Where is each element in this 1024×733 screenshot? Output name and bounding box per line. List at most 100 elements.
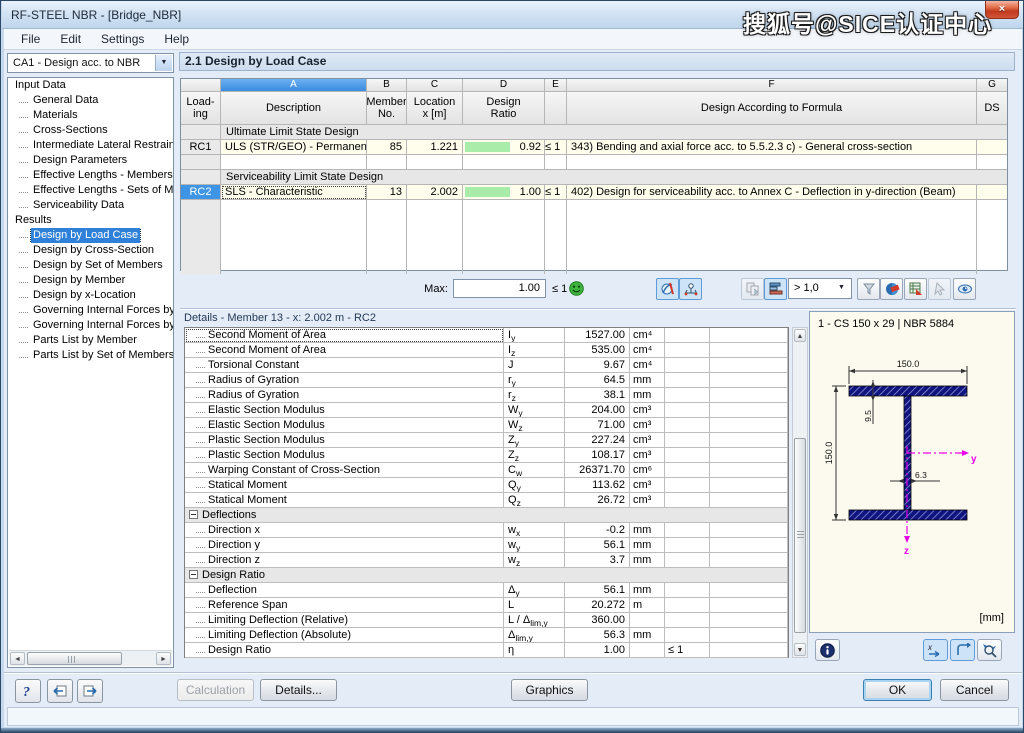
cancel-button[interactable]: Cancel	[940, 679, 1009, 701]
tree-item-effective-lengths-members[interactable]: Effective Lengths - Members	[8, 168, 173, 183]
detail-label-cell[interactable]: Statical Moment	[185, 493, 504, 508]
collapse-icon[interactable]	[189, 570, 198, 579]
tree-item-serviceability-data[interactable]: Serviceability Data	[8, 198, 173, 213]
detail-label-cell[interactable]: Elastic Section Modulus	[185, 418, 504, 433]
detail-label-cell[interactable]: Direction x	[185, 523, 504, 538]
details-row[interactable]: Reference SpanL20.272m	[185, 598, 788, 613]
loading-cell[interactable]: RC1	[181, 140, 221, 155]
pick-row-button[interactable]	[928, 278, 951, 300]
tree-item-design-by-x-location[interactable]: Design by x-Location	[8, 288, 173, 303]
details-row[interactable]: Statical MomentQy113.62cm³	[185, 478, 788, 493]
details-row[interactable]: Radius of Gyrationry64.5mm	[185, 373, 788, 388]
details-row[interactable]: Elastic Section ModulusWy204.00cm³	[185, 403, 788, 418]
scrollbar-thumb[interactable]	[794, 438, 806, 633]
ratio-bars-button[interactable]	[764, 278, 787, 300]
details-row[interactable]: Design Ratioη1.00≤ 1	[185, 643, 788, 658]
section-x-axis-button[interactable]: x	[923, 639, 948, 661]
detail-label-cell[interactable]: Deflection	[185, 583, 504, 598]
tree-item-design-by-set-of-members[interactable]: Design by Set of Members	[8, 258, 173, 273]
scrollbar-thumb[interactable]	[27, 652, 122, 665]
excel-export-button[interactable]	[904, 278, 927, 300]
details-vscrollbar[interactable]: ▲ ▼	[792, 327, 808, 658]
detail-label-cell[interactable]: Direction y	[185, 538, 504, 553]
details-row[interactable]: Warping Constant of Cross-SectionCw26371…	[185, 463, 788, 478]
tree-item-parts-list-by-set-of-members[interactable]: Parts List by Set of Members	[8, 348, 173, 363]
tree-item-governing-internal-forces-by-set-of-members[interactable]: Governing Internal Forces by Set of Memb…	[8, 318, 173, 333]
result-values-button[interactable]	[679, 278, 702, 300]
loading-cell[interactable]: RC2	[181, 185, 221, 200]
ok-button[interactable]: OK	[863, 679, 932, 701]
column-letter-E[interactable]: E	[545, 79, 567, 92]
calculation-button[interactable]: Calculation	[177, 679, 254, 701]
menu-file[interactable]: File	[12, 30, 49, 48]
detail-label-cell[interactable]: Statical Moment	[185, 478, 504, 493]
details-row[interactable]: Plastic Section ModulusZy227.24cm³	[185, 433, 788, 448]
detail-label-cell[interactable]: Warping Constant of Cross-Section	[185, 463, 504, 478]
column-letter-F[interactable]: F	[567, 79, 977, 92]
column-letter-D[interactable]: D	[463, 79, 545, 92]
tree-item-design-by-load-case[interactable]: Design by Load Case	[8, 228, 173, 243]
tree-item-materials[interactable]: Materials	[8, 108, 173, 123]
column-letter-G[interactable]: G	[977, 79, 1007, 92]
info-button[interactable]	[815, 639, 840, 661]
ratio-filter-select[interactable]: > 1,0 ▼	[788, 278, 852, 299]
detail-label-cell[interactable]: Plastic Section Modulus	[185, 448, 504, 463]
result-table-row[interactable]: RC1ULS (STR/GEO) - Permanent851.2210.92≤…	[181, 140, 1007, 155]
copy-rows-button[interactable]	[741, 278, 764, 300]
column-letter-A[interactable]: A	[221, 79, 367, 92]
detail-label-cell[interactable]: Direction z	[185, 553, 504, 568]
detail-label-cell[interactable]: Radius of Gyration	[185, 373, 504, 388]
tree-item-design-by-cross-section[interactable]: Design by Cross-Section	[8, 243, 173, 258]
tree-item-design-parameters[interactable]: Design Parameters	[8, 153, 173, 168]
details-row[interactable]: Elastic Section ModulusWz71.00cm³	[185, 418, 788, 433]
tree-item-general-data[interactable]: General Data	[8, 93, 173, 108]
navigator-hscrollbar[interactable]: ◄ ►	[9, 650, 172, 666]
help-button[interactable]: ?	[15, 679, 41, 703]
zoom-section-button[interactable]	[977, 639, 1002, 661]
details-row[interactable]: Direction zwz3.7mm	[185, 553, 788, 568]
group-label[interactable]: Deflections	[185, 508, 788, 523]
rotate-section-button[interactable]	[950, 639, 975, 661]
detail-label-cell[interactable]: Limiting Deflection (Relative)	[185, 613, 504, 628]
detail-label-cell[interactable]: Reference Span	[185, 598, 504, 613]
tree-item-cross-sections[interactable]: Cross-Sections	[8, 123, 173, 138]
detail-label-cell[interactable]: Second Moment of Area	[185, 343, 504, 358]
details-row[interactable]: Radius of Gyrationrz38.1mm	[185, 388, 788, 403]
details-row[interactable]: Torsional ConstantJ9.67cm⁴	[185, 358, 788, 373]
scroll-right-icon[interactable]: ►	[156, 652, 171, 665]
collapse-icon[interactable]	[189, 510, 198, 519]
detail-label-cell[interactable]: Limiting Deflection (Absolute)	[185, 628, 504, 643]
graphics-button[interactable]: Graphics	[511, 679, 588, 701]
group-label[interactable]: Design Ratio	[185, 568, 788, 583]
details-group-row[interactable]: Deflections	[185, 508, 788, 523]
result-table-row[interactable]: RC2SLS - Characteristic132.0021.00≤ 1402…	[181, 185, 1007, 200]
details-group-row[interactable]: Design Ratio	[185, 568, 788, 583]
details-row[interactable]: Statical MomentQz26.72cm³	[185, 493, 788, 508]
details-row[interactable]: Limiting Deflection (Absolute)Δlim,y56.3…	[185, 628, 788, 643]
detail-label-cell[interactable]: Second Moment of Area	[185, 328, 504, 343]
detail-label-cell[interactable]: Torsional Constant	[185, 358, 504, 373]
chevron-down-icon[interactable]: ▼	[833, 280, 850, 296]
filter-button[interactable]	[857, 278, 880, 300]
scroll-left-icon[interactable]: ◄	[10, 652, 25, 665]
max-value-field[interactable]: 1.00	[453, 279, 546, 298]
details-row[interactable]: Direction ywy56.1mm	[185, 538, 788, 553]
details-button[interactable]: Details...	[260, 679, 337, 701]
jump-previous-table-button[interactable]	[47, 679, 73, 703]
scroll-up-icon[interactable]: ▲	[794, 329, 806, 342]
details-row[interactable]: Direction xwx-0.2mm	[185, 523, 788, 538]
menu-help[interactable]: Help	[155, 30, 198, 48]
details-row[interactable]: Second Moment of AreaIz535.00cm⁴	[185, 343, 788, 358]
view-mode-button[interactable]	[953, 278, 976, 300]
column-letter-C[interactable]: C	[407, 79, 463, 92]
details-row[interactable]: Second Moment of AreaIy1527.00cm⁴	[185, 328, 788, 343]
jump-next-table-button[interactable]	[77, 679, 103, 703]
menu-edit[interactable]: Edit	[51, 30, 90, 48]
color-scale-button[interactable]	[880, 278, 903, 300]
column-letter-B[interactable]: B	[367, 79, 407, 92]
detail-label-cell[interactable]: Plastic Section Modulus	[185, 433, 504, 448]
tree-item-governing-internal-forces-by-member[interactable]: Governing Internal Forces by Member	[8, 303, 173, 318]
detail-label-cell[interactable]: Design Ratio	[185, 643, 504, 658]
details-row[interactable]: Plastic Section ModulusZz108.17cm³	[185, 448, 788, 463]
tree-item-effective-lengths-sets-of-members[interactable]: Effective Lengths - Sets of Members	[8, 183, 173, 198]
